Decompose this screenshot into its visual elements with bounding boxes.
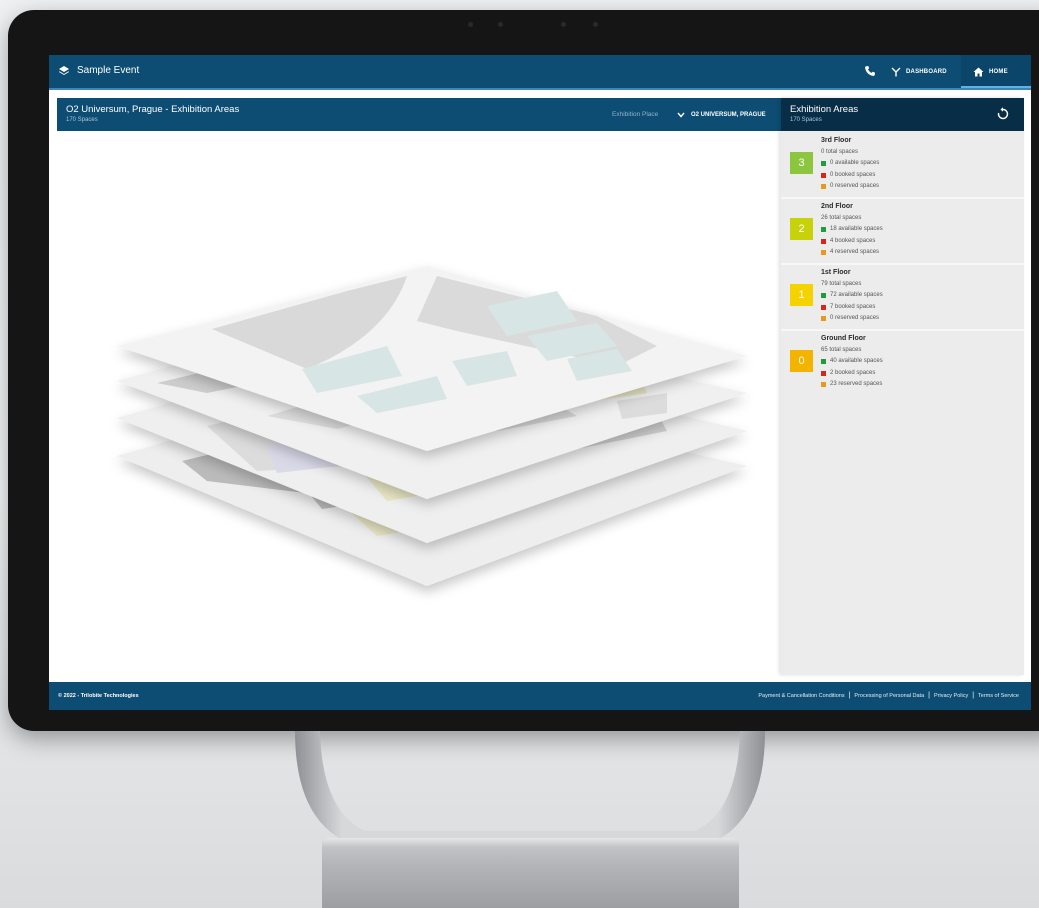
floor-booked: 0 booked spaces [821,172,875,178]
top-navigation-bar: Sample Event DASHBOARD HOME [49,55,1031,90]
floor-booked: 7 booked spaces [821,304,875,310]
active-tab-indicator [961,86,1031,88]
app-title[interactable]: Sample Event [77,65,139,76]
floor-card[interactable]: 3 3rd Floor 0 total spaces 0 available s… [781,133,1024,199]
floor-available: 40 available spaces [821,358,883,364]
home-nav-label: HOME [989,68,1008,75]
floor-total: 65 total spaces [821,347,862,353]
exhibition-areas-header: Exhibition Areas 170 Spaces [781,98,1024,131]
footer-link-personal-data[interactable]: Processing of Personal Data [854,693,924,699]
floor-badge: 0 [790,350,813,372]
stacked-floor-plans[interactable] [57,131,781,675]
floor-name: 3rd Floor [821,137,852,144]
dashboard-fork-icon [891,67,901,76]
floor-badge: 2 [790,218,813,240]
exhibition-place-value: O2 UNIVERSUM, PRAGUE [691,112,766,118]
map-panel-subtitle: 170 Spaces [66,117,98,123]
map-panel-title: O2 Universum, Prague - Exhibition Areas [66,104,240,115]
home-nav-button[interactable]: HOME [961,55,1031,88]
footer-divider: | [972,692,975,699]
floor-card[interactable]: 0 Ground Floor 65 total spaces 40 availa… [781,331,1024,395]
monitor-stand-base-top [322,838,739,848]
footer-link-privacy[interactable]: Privacy Policy [934,693,968,699]
floor-badge: 3 [790,152,813,174]
dashboard-nav-button[interactable]: DASHBOARD [891,64,947,79]
map-panel: O2 Universum, Prague - Exhibition Areas … [57,98,781,675]
monitor-stand-neck [295,731,765,849]
footer-divider: | [848,692,851,699]
monitor-frame: Sample Event DASHBOARD HOME O2 Universum… [8,10,1039,731]
footer-divider: | [928,692,930,699]
floor-card[interactable]: 2 2nd Floor 26 total spaces 18 available… [781,199,1024,265]
app-screen: Sample Event DASHBOARD HOME O2 Universum… [49,55,1031,710]
floor-name: Ground Floor [821,335,866,342]
floor-plan-canvas[interactable] [57,131,781,675]
floor-reserved: 23 reserved spaces [821,381,882,387]
dashboard-nav-label: DASHBOARD [906,68,947,75]
layers-icon [59,66,69,75]
floor-name: 2nd Floor [821,203,853,210]
footer: © 2022 - Trilobite Technologies Payment … [49,682,1031,710]
floor-total: 26 total spaces [821,215,862,221]
footer-link-payment[interactable]: Payment & Cancellation Conditions [758,693,844,699]
exhibition-areas-subtitle: 170 Spaces [790,117,822,123]
floor-available: 18 available spaces [821,226,883,232]
floor-reserved: 0 reserved spaces [821,183,879,189]
copyright-text: © 2022 - Trilobite Technologies [58,693,139,699]
floor-available: 72 available spaces [821,292,883,298]
floor-available: 0 available spaces [821,160,879,166]
floor-reserved: 4 reserved spaces [821,249,879,255]
floor-booked: 4 booked spaces [821,238,875,244]
chevron-down-icon [677,112,685,118]
floor-total: 0 total spaces [821,149,859,155]
footer-link-terms[interactable]: Terms of Service [978,693,1019,699]
exhibition-place-label: Exhibition Place [612,111,659,118]
floor-reserved: 0 reserved spaces [821,315,879,321]
refresh-icon[interactable] [996,107,1010,121]
floor-booked: 2 booked spaces [821,370,875,376]
floor-name: 1st Floor [821,269,851,276]
monitor-stand-base [322,838,739,908]
exhibition-areas-panel: Exhibition Areas 170 Spaces 3 3rd Floor … [781,98,1024,675]
floor-card[interactable]: 1 1st Floor 79 total spaces 72 available… [781,265,1024,331]
exhibition-areas-title: Exhibition Areas [790,104,859,115]
footer-links: Payment & Cancellation Conditions | Proc… [758,692,1019,699]
floor-total: 79 total spaces [821,281,862,287]
exhibition-place-select[interactable]: O2 UNIVERSUM, PRAGUE [677,108,766,122]
phone-icon[interactable] [864,65,876,77]
camera-sensor [593,22,598,27]
map-panel-header: O2 Universum, Prague - Exhibition Areas … [57,98,781,131]
home-icon [973,67,984,76]
floor-badge: 1 [790,284,813,306]
camera-sensor [498,22,503,27]
camera-sensor [561,22,566,27]
camera-sensor [468,22,473,27]
